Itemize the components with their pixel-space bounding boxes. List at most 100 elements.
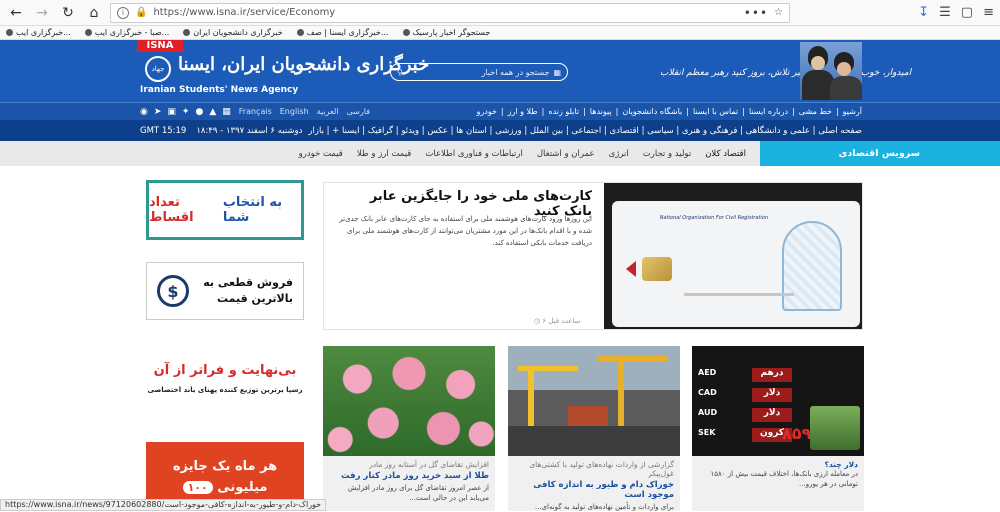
service-item[interactable]: انرژی <box>609 149 629 159</box>
twitter-icon[interactable]: ✦ <box>182 107 190 117</box>
bookmarks-bar: خبرگزاری ایب... صبا - خبرگزاری ایب... خب… <box>0 26 1000 40</box>
sub-nav: ◉ ➤ ▣ ✦ ● ▲ ▦ Français English العربية ف… <box>0 102 1000 120</box>
ad-text: بی‌نهایت و فراتر از آن <box>154 363 297 378</box>
chip-icon <box>642 257 672 281</box>
site-name-en[interactable]: Iranian Students' News Agency <box>140 85 298 95</box>
service-nav: اقتصاد کلان تولید و تجارت انرژی عمران و … <box>0 141 1000 166</box>
service-item[interactable]: ارتباطات و فناوری اطلاعات <box>425 149 523 159</box>
currency-code: CAD <box>698 388 748 402</box>
card-lead: از عصر امروز تقاضای گل برای روز مادر افز… <box>329 483 489 503</box>
lock-icon: 🔒 <box>135 7 147 18</box>
card-title[interactable]: خوراک دام و طیور به اندازه کافی موجود اس… <box>514 480 674 500</box>
service-item[interactable]: قیمت خودرو <box>299 149 343 159</box>
rss-icon[interactable]: ◉ <box>140 107 148 117</box>
ad-text: میلیونی <box>217 480 267 495</box>
currency-code: AED <box>698 368 748 382</box>
rate-value: ۸۵۹ <box>782 424 811 443</box>
bookmark-item[interactable]: خبرگزاری ایسنا | صف... <box>297 28 389 37</box>
bookmark-item[interactable]: صبا - خبرگزاری ایب... <box>85 28 169 37</box>
service-title[interactable]: سرویس اقتصادی <box>760 141 1000 166</box>
currency-label: دلار <box>752 408 792 422</box>
roses-image[interactable] <box>323 346 495 456</box>
android-icon[interactable]: ▲ <box>209 107 216 117</box>
ad-badge: ۱۰۰ <box>183 481 213 494</box>
news-card[interactable]: افزایش تقاضای گل در آستانه روز مادر طلا … <box>323 346 495 511</box>
banknotes <box>810 406 860 450</box>
currency-code: SEK <box>698 428 748 442</box>
news-card[interactable]: گزارشی از واردات نهاده‌های تولید با کشتی… <box>508 346 680 511</box>
browser-toolbar: ← → ↻ ⌂ i 🔒 https://www.isna.ir/service/… <box>0 0 1000 26</box>
leaders-photo <box>800 42 862 100</box>
link-links[interactable]: پیوندها <box>590 107 612 116</box>
url-text[interactable]: https://www.isna.ir/service/Economy <box>153 7 737 18</box>
exchange-board-image[interactable]: AED درهم CAD دلار AUD دلار SEK کرون ۸۵۹ <box>692 346 864 456</box>
content-area: تعداد اقساط به انتخاب شما $ فروش قطعی به… <box>0 170 1000 511</box>
card-title[interactable]: طلا از سبد خرید روز مادر کنار رفت <box>329 471 489 481</box>
reload-icon[interactable]: ↻ <box>58 3 78 23</box>
service-item[interactable]: عمران و اشتغال <box>537 149 595 159</box>
telegram-icon[interactable]: ➤ <box>154 107 162 117</box>
link-policy[interactable]: خط مشی <box>799 107 832 116</box>
link-archive[interactable]: آرشیو <box>843 107 862 116</box>
windows-icon[interactable]: ▦ <box>222 107 231 117</box>
bookmark-item[interactable]: خبرگزاری دانشجویان ایران <box>183 28 282 37</box>
ad-text: بالاترین قیمت <box>203 291 293 307</box>
status-bar: https://www.isna.ir/news/97120602880/خور… <box>0 499 326 511</box>
forward-icon[interactable]: → <box>32 3 52 23</box>
slogan: امیدوار، خوب، مینوند امید، تغییر تلاش، ب… <box>660 68 911 78</box>
category-links[interactable]: صفحه اصلی | علمی و دانشگاهی | فرهنگی و ه… <box>308 126 862 136</box>
gmt-time: GMT 15:19 <box>140 126 186 136</box>
ad-text: به انتخاب شما <box>223 195 301 225</box>
menu-icon[interactable]: ≡ <box>983 5 994 20</box>
site-logo[interactable]: جهاد <box>145 56 171 82</box>
bookmark-star-icon[interactable]: ☆ <box>774 7 783 18</box>
info-icon[interactable]: i <box>117 7 129 19</box>
bookmark-item[interactable]: جستجوگر اخبار پارسیک <box>403 28 491 37</box>
persian-date: دوشنبه ۶ اسفند ۱۳۹۷ - ۱۸:۴۹ <box>196 126 302 136</box>
featured-desc: این روزها ورود کارت‌های هوشمند ملی برای … <box>338 213 592 249</box>
page-actions-icon[interactable]: ••• <box>744 6 768 20</box>
link-students-club[interactable]: باشگاه دانشجویان <box>622 107 682 116</box>
ad-bandwidth[interactable]: بی‌نهایت و فراتر از آن رسپا برترین توزیع… <box>146 324 304 432</box>
instagram-icon[interactable]: ▣ <box>167 107 176 117</box>
ad-installments[interactable]: تعداد اقساط به انتخاب شما <box>146 180 304 240</box>
service-item[interactable]: تولید و تجارت <box>643 149 691 159</box>
service-item[interactable]: قیمت ارز و طلا <box>357 149 412 159</box>
back-icon[interactable]: ← <box>6 3 26 23</box>
library-icon[interactable]: ☰ <box>939 5 951 20</box>
address-bar[interactable]: i 🔒 https://www.isna.ir/service/Economy … <box>110 3 790 23</box>
ad-text: هر ماه یک جایزه <box>173 459 277 474</box>
ad-text: رسپا برترین توزیع کننده پهنای باند اختصا… <box>147 386 302 394</box>
lang-persian[interactable]: فارسی <box>347 107 371 116</box>
link-car[interactable]: خودرو <box>477 107 497 116</box>
site-header: ISNA جهاد خبرگزاری دانشجویان ایران، ایسن… <box>0 40 1000 102</box>
service-item[interactable]: اقتصاد کلان <box>705 149 746 159</box>
download-icon[interactable]: ↧ <box>918 5 929 20</box>
lang-arabic[interactable]: العربية <box>317 107 339 116</box>
lang-french[interactable]: Français <box>239 107 272 116</box>
featured-time: ◷ ۶ ساعت قبل <box>534 317 580 325</box>
link-about[interactable]: درباره ایسنا <box>749 107 788 116</box>
search-icon[interactable]: ⚲ <box>397 68 403 77</box>
card-kicker[interactable]: دلار چند؟ <box>698 460 858 469</box>
featured-news[interactable]: National Organization For Civil Registra… <box>323 182 863 330</box>
link-gold-currency[interactable]: طلا و ارز <box>508 107 538 116</box>
link-live-board[interactable]: تابلو زنده <box>548 107 579 116</box>
lang-english[interactable]: English <box>280 107 309 116</box>
calendar-icon[interactable]: ▦ <box>553 68 561 77</box>
apple-icon[interactable]: ● <box>195 107 203 117</box>
featured-image[interactable]: National Organization For Civil Registra… <box>604 183 862 329</box>
sidebar-icon[interactable]: ▢ <box>961 5 973 20</box>
isna-tag[interactable]: ISNA <box>137 40 183 52</box>
port-image[interactable] <box>508 346 680 456</box>
search-input[interactable]: ⚲ جستجو در همه اخبار ▦ <box>390 63 568 81</box>
home-icon[interactable]: ⌂ <box>84 3 104 23</box>
card-lead: در معامله ارزی بانک‌ها، اختلاف قیمت بیش … <box>698 469 858 489</box>
ad-sell[interactable]: $ فروش قطعی به بالاترین قیمت <box>146 262 304 320</box>
news-card[interactable]: AED درهم CAD دلار AUD دلار SEK کرون ۸۵۹ … <box>692 346 864 511</box>
bookmark-item[interactable]: خبرگزاری ایب... <box>6 28 71 37</box>
ad-text: تعداد اقساط <box>149 195 218 225</box>
link-contact[interactable]: تماس با ایسنا <box>693 107 738 116</box>
social-links: ◉ ➤ ▣ ✦ ● ▲ ▦ <box>140 107 231 117</box>
clock-icon: ◷ <box>534 317 540 325</box>
